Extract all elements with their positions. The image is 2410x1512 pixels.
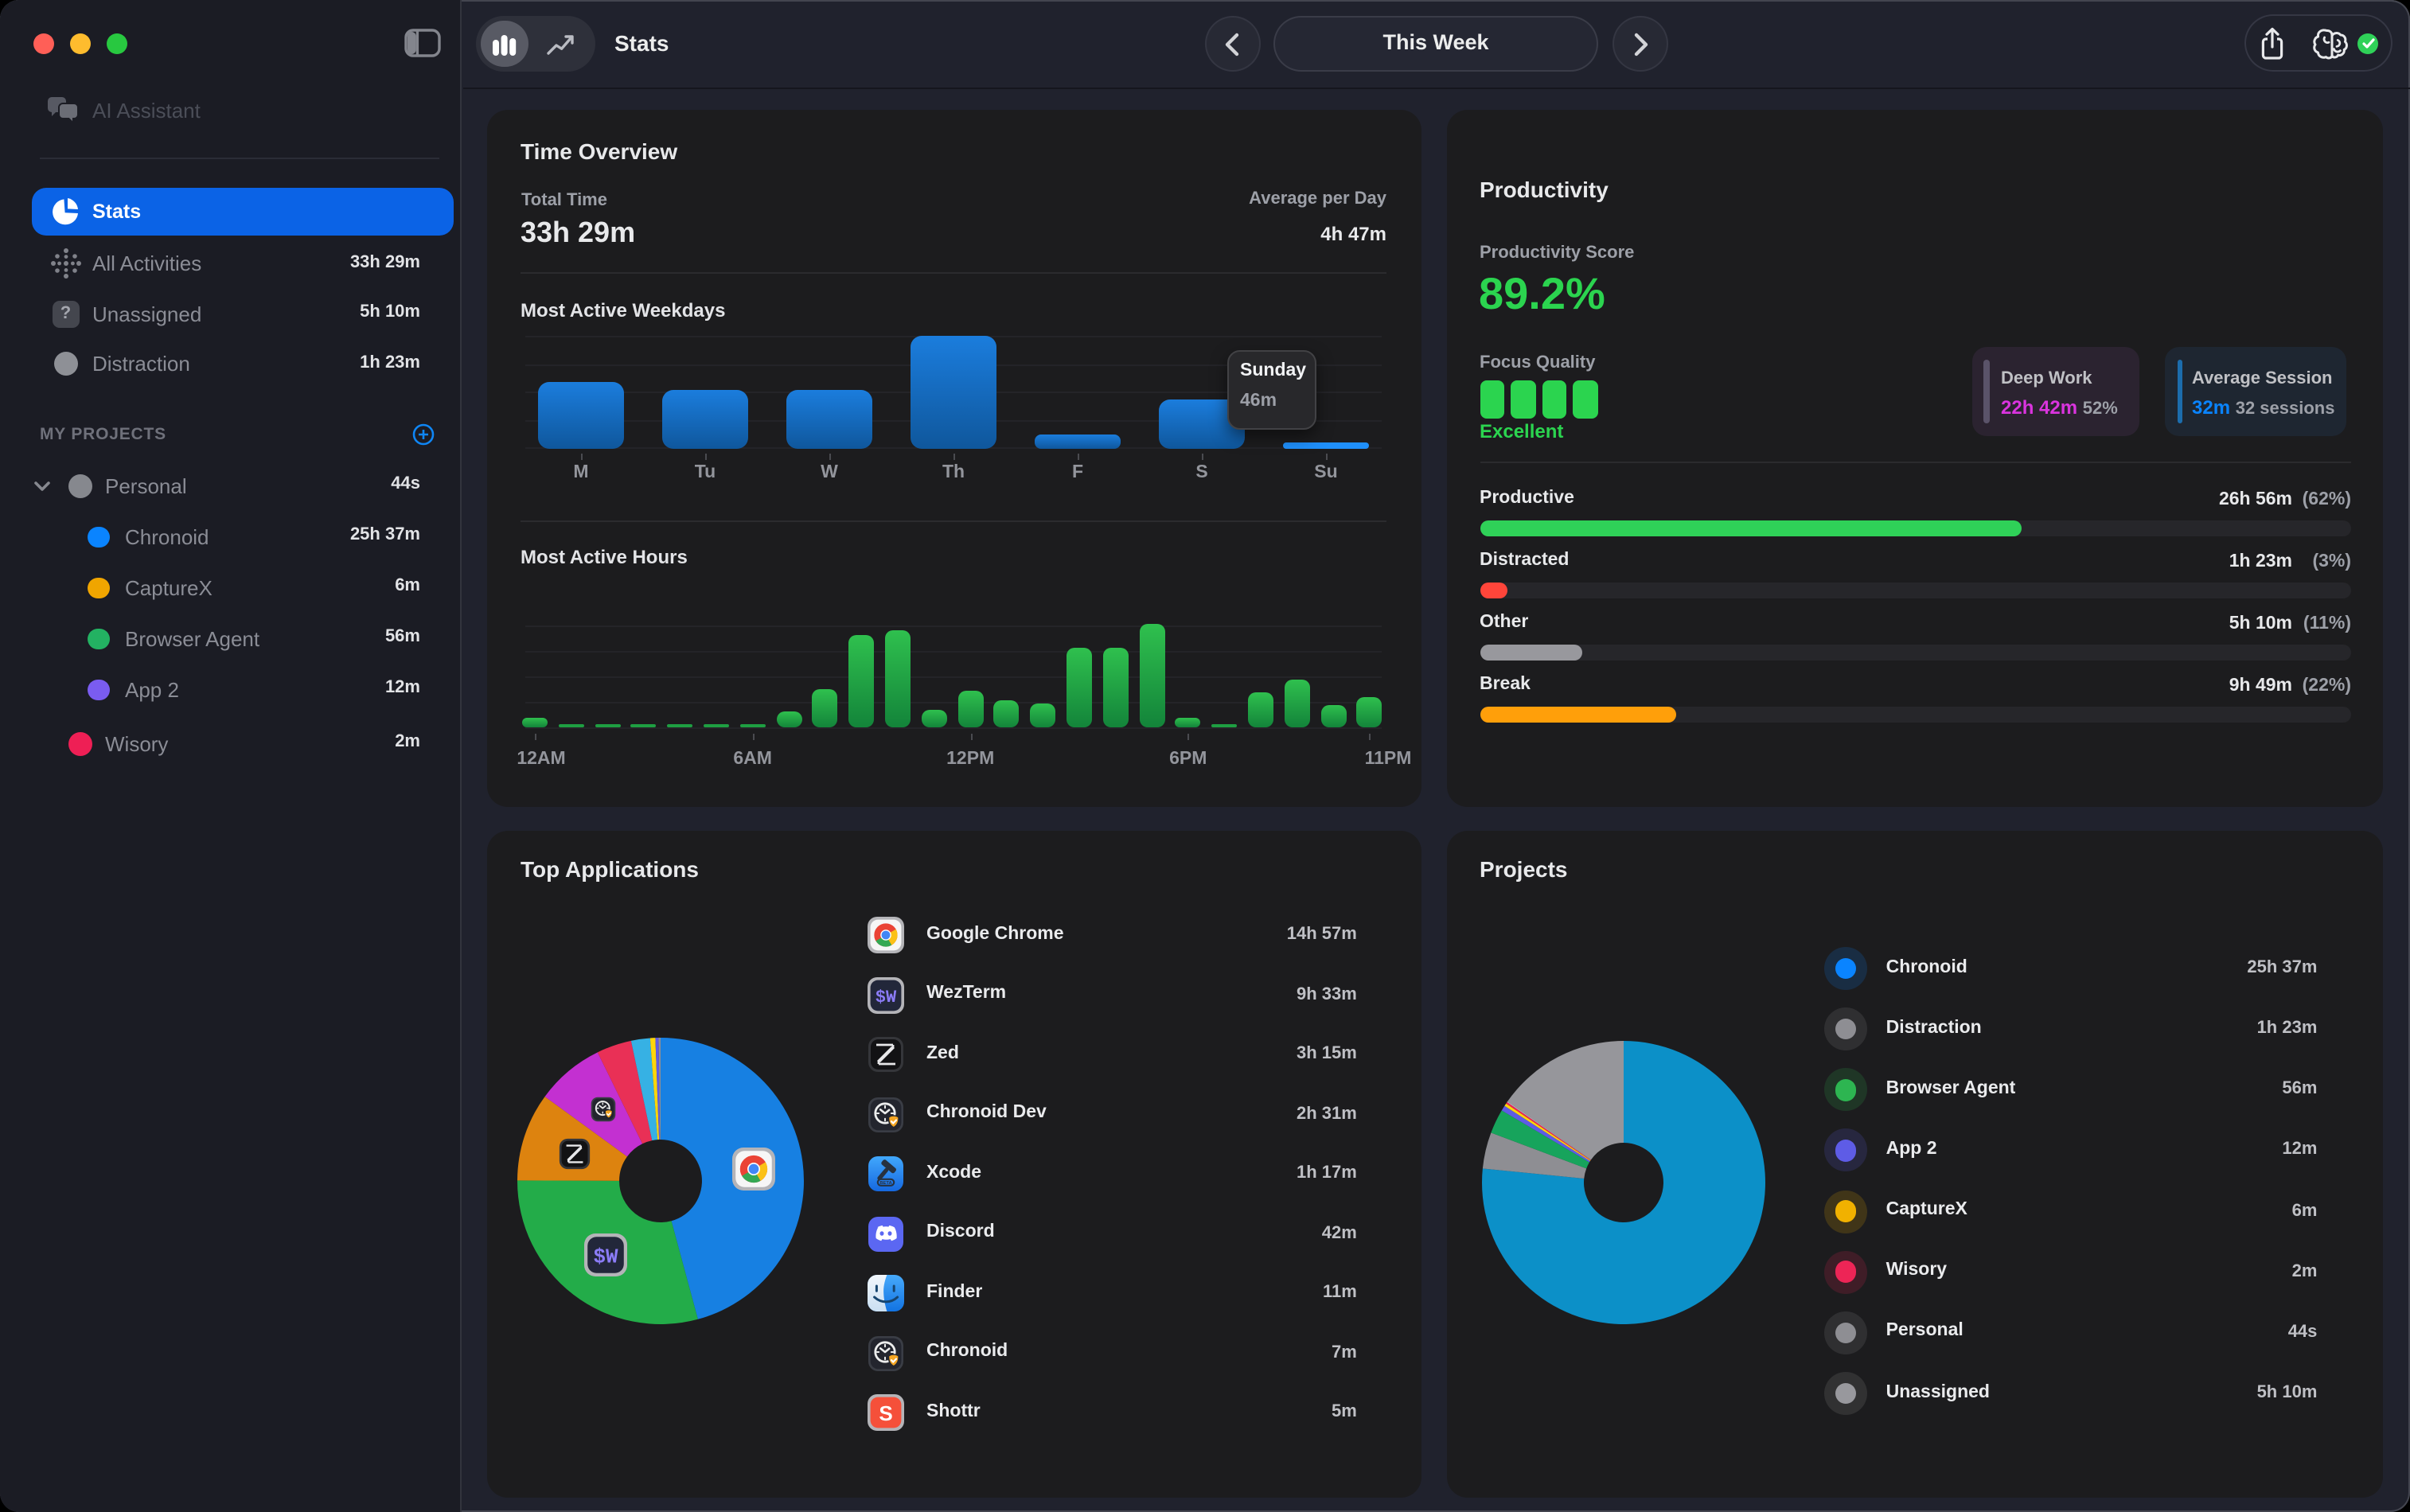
svg-text:$W: $W: [593, 1245, 618, 1268]
svg-text:S: S: [878, 1401, 891, 1425]
svg-text:$W: $W: [875, 987, 896, 1007]
svg-text:BETA: BETA: [879, 1181, 891, 1186]
